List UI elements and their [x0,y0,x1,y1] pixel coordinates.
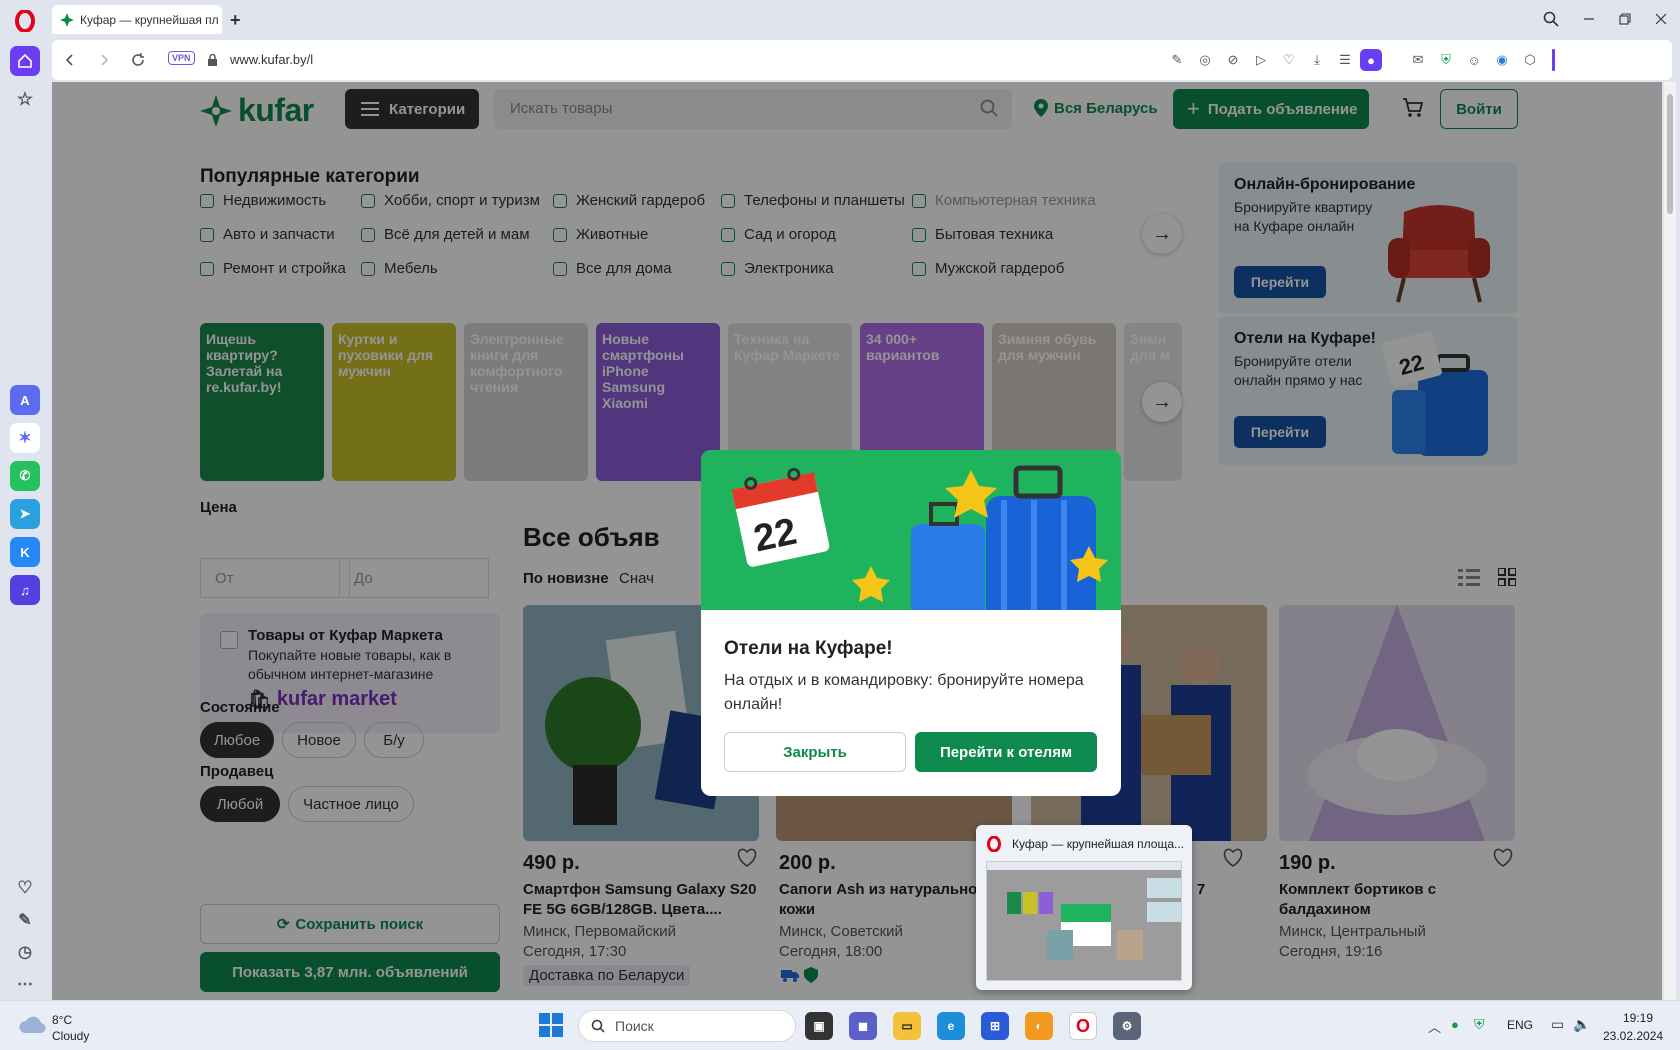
extension-face-icon[interactable]: ☺ [1464,50,1484,70]
scrollbar-thumb[interactable] [1667,94,1673,214]
menu-lines-icon[interactable]: ☰ [1335,50,1355,70]
hotels-modal: 22 Отели на Куфаре! На отдых и в команди… [701,450,1121,796]
reload-icon[interactable] [128,50,148,70]
file-explorer-icon[interactable]: ▭ [893,1012,921,1040]
paint-app-icon[interactable]: ◐ [1025,1012,1053,1040]
search-icon [591,1019,605,1033]
more-dots-icon[interactable]: ⋯ [10,969,40,999]
aria-ai-icon[interactable]: A [10,385,40,415]
player-icon[interactable]: ▷ [1251,50,1271,70]
camera-icon[interactable]: ◎ [1195,50,1215,70]
whatsapp-icon[interactable]: ✆ [10,461,40,491]
url-field[interactable]: www.kufar.by/l [230,52,313,67]
taskbar-search[interactable]: Поиск [578,1010,796,1042]
windows-start-icon[interactable] [539,1013,563,1037]
browser-sidebar: ☆ A ✶ ✆ ➤ K ♫ ♡ ✎ ◷ ⋯ [0,38,50,1000]
browser-tab[interactable]: Куфар — крупнейшая пл [52,5,222,34]
modal-hero-image: 22 [701,450,1121,610]
tray-app-icon[interactable]: ● [1451,1017,1459,1032]
favorites-heart-icon[interactable]: ♡ [10,873,40,903]
edge-icon[interactable]: e [937,1012,965,1040]
network-icon[interactable]: ▭ [1551,1016,1564,1033]
new-tab-button[interactable]: + [230,10,241,31]
vk-icon[interactable]: K [10,537,40,567]
modal-text: На отдых и в командировку: бронируйте но… [724,672,1084,713]
weather-temperature[interactable]: 8°C [52,1013,72,1027]
browser-titlebar: Куфар — крупнейшая пл + [0,0,1680,38]
tray-chevron-icon[interactable]: ︿ [1428,1017,1441,1036]
telegram-icon[interactable]: ➤ [10,499,40,529]
weather-description[interactable]: Cloudy [52,1029,89,1043]
download-icon[interactable]: ⤓ [1307,50,1327,70]
extensions-cube-icon[interactable]: ⬡ [1520,50,1540,70]
kufar-favicon-icon [60,12,74,27]
search-label: Поиск [615,1018,654,1034]
shield-extension-icon[interactable]: ⛨ [1436,50,1456,70]
opera-small-icon [986,836,1002,852]
preview-image [986,861,1182,981]
vpn-badge[interactable]: VPN [168,51,195,65]
tab-title: Куфар — крупнейшая пл [80,12,219,27]
tray-shield-icon[interactable]: ⛨ [1474,1016,1485,1033]
back-icon[interactable] [60,50,80,70]
bookmarks-star-icon[interactable]: ☆ [10,84,40,114]
windows-taskbar: 8°C Cloudy Поиск ▣ ◼ ▭ e ⊞ ◐ O ⚙ ︿ ● ⛨ E… [0,1000,1680,1050]
page-scrollbar[interactable] [1664,82,1676,1000]
mail-extension-icon[interactable]: ✉ [1408,50,1428,70]
preview-title: Куфар — крупнейшая площа... [1012,837,1184,851]
modal-close-button[interactable]: Закрыть [724,732,906,772]
forward-icon[interactable] [94,50,114,70]
heart-icon[interactable]: ♡ [1279,50,1299,70]
home-icon[interactable] [10,46,40,76]
web-page: kufar Категории Искать товары Вся Белару… [52,82,1662,1000]
address-bar: VPN www.kufar.by/l ✎ ◎ ⊘ ▷ ♡ ⤓ ☰ ● ✉ ⛨ ☺… [52,40,1672,80]
lock-icon[interactable] [202,50,222,70]
clock-time[interactable]: 19:19 [1623,1011,1653,1025]
minimize-button[interactable] [1578,8,1600,30]
modal-go-hotels-button[interactable]: Перейти к отелям [915,732,1097,772]
messenger-icon[interactable]: ✶ [10,423,40,453]
volume-icon[interactable]: 🔈 [1573,1016,1590,1033]
opera-taskbar-icon[interactable]: O [1069,1012,1097,1040]
taskbar-window-preview[interactable]: Куфар — крупнейшая площа... [976,825,1192,990]
close-window-button[interactable] [1650,8,1672,30]
calendar-day-text: 22 [750,511,800,561]
extension-ring-icon[interactable]: ◉ [1492,50,1512,70]
settings-gear-icon[interactable]: ⚙ [1113,1012,1141,1040]
pinboard-icon[interactable]: ✎ [10,905,40,935]
search-tabs-icon[interactable] [1540,8,1562,30]
sidebar-toggle-icon[interactable] [1552,49,1555,71]
history-icon[interactable]: ◷ [10,937,40,967]
clock-date[interactable]: 23.02.2024 [1603,1029,1663,1043]
snapshot-edit-icon[interactable]: ✎ [1167,50,1187,70]
profile-icon[interactable]: ● [1360,49,1382,71]
adblock-icon[interactable]: ⊘ [1223,50,1243,70]
opera-logo-icon[interactable] [14,10,36,32]
task-view-icon[interactable]: ▣ [805,1012,833,1040]
store-icon[interactable]: ⊞ [981,1012,1009,1040]
music-player-icon[interactable]: ♫ [10,575,40,605]
cloud-weather-icon [18,1015,46,1035]
modal-title: Отели на Куфаре! [724,638,893,659]
language-indicator[interactable]: ENG [1507,1018,1533,1032]
teams-chat-icon[interactable]: ◼ [849,1012,877,1040]
restore-button[interactable] [1614,8,1636,30]
